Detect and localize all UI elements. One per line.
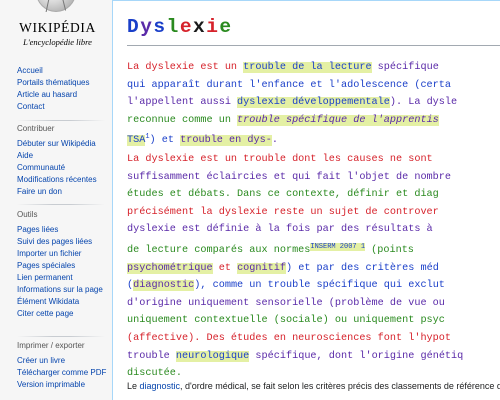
p1-text: La dyslexie est un [127, 62, 244, 73]
wikipedia-logo[interactable]: WIKIPÉDIA L'encyclopédie libre [10, 0, 105, 55]
nav-divider [17, 120, 105, 121]
p2-text: trouble [127, 350, 176, 362]
nav-article-hasard[interactable]: Article au hasard [17, 90, 112, 101]
nav-divider [17, 204, 105, 205]
link-cognitif[interactable]: cognitif [237, 262, 286, 274]
p1-text: ) et [149, 135, 181, 147]
link-diagnostic-plain[interactable]: diagnostic [140, 381, 181, 391]
body-paragraph: La dyslexie est un trouble dont les caus… [127, 151, 500, 383]
nav-accueil[interactable]: Accueil [17, 66, 112, 77]
link-neurologique[interactable]: neurologique [175, 350, 250, 362]
p2-text: uniquement contextuelle (sociale) ou uni… [127, 315, 445, 327]
intro-paragraph: La dyslexie est un trouble de la lecture… [127, 59, 500, 150]
nav-faire-un-don[interactable]: Faire un don [17, 187, 112, 198]
p2-text: (points [365, 244, 414, 256]
p1-text: l'appellent aussi [127, 97, 238, 109]
link-trouble-en-dys[interactable]: trouble en dys- [180, 135, 272, 147]
p2-text: La dyslexie est un trouble dont les caus… [127, 154, 433, 165]
link-psychometrique[interactable]: psychométrique [127, 262, 213, 274]
title-letter: l [166, 16, 180, 38]
p2-text: spécifique, dont l'origine génétiq [249, 350, 464, 362]
p1-text: ). La dysle [389, 97, 458, 109]
p2-text: ), comme un trouble spécifique qui exclu… [194, 280, 445, 292]
title-letter: y [140, 16, 154, 38]
p2-text: (affective). Des études en neurosciences… [127, 332, 452, 344]
nav-element-wikidata[interactable]: Élément Wikidata [17, 297, 112, 308]
p1-text: reconnue comme un [127, 114, 238, 126]
outils-section: Outils Pages liées Suivi des pages liées… [17, 210, 112, 321]
nav-portails[interactable]: Portails thématiques [17, 78, 112, 89]
p2-text: ) et par des critères méd [285, 262, 439, 274]
title-letter: i [206, 16, 220, 38]
p2-text: études et débats. Dans ce contexte, défi… [127, 189, 439, 201]
p2-text: suffisamment éclaircies et qui fait l'ob… [127, 171, 452, 183]
nav-citer-page[interactable]: Citer cette page [17, 309, 112, 320]
plain-paragraph: Le diagnostic, d'ordre médical, se fait … [127, 381, 500, 391]
nav-contact[interactable]: Contact [17, 102, 112, 113]
main-navigation: Accueil Portails thématiques Article au … [17, 66, 112, 114]
nav-lien-permanent[interactable]: Lien permanent [17, 273, 112, 284]
link-trouble-lecture[interactable]: trouble de la lecture [243, 62, 372, 73]
title-letter: D [127, 16, 141, 38]
nav-pages-liees[interactable]: Pages liées [17, 225, 112, 236]
p2-text: d'origine uniquement sensorielle (problè… [127, 297, 445, 309]
nav-modifications-recentes[interactable]: Modifications récentes [17, 175, 112, 186]
page-title: Dyslexie [127, 16, 233, 38]
contribuer-heading: Contribuer [17, 124, 55, 133]
article-content: Dyslexie La dyslexie est un trouble de l… [112, 0, 500, 400]
imprimer-section: Imprimer / exporter Créer un livre Téléc… [17, 341, 112, 392]
link-dyslexie-developpementale[interactable]: dyslexie développementale [237, 97, 390, 109]
nav-informations-page[interactable]: Informations sur la page [17, 285, 112, 296]
nav-creer-livre[interactable]: Créer un livre [17, 356, 112, 367]
reference-badge[interactable]: INSERM 2007 1 [310, 242, 366, 251]
logo-wordmark: WIKIPÉDIA [19, 20, 96, 35]
p3-text: , d'ordre médical, se fait selon les cri… [180, 381, 500, 391]
nav-suivi-pages-liees[interactable]: Suivi des pages liées [17, 237, 112, 248]
title-letter: e [219, 16, 233, 38]
sidebar: WIKIPÉDIA L'encyclopédie libre Accueil P… [0, 0, 112, 400]
link-tsa[interactable]: TSA [127, 135, 146, 147]
title-letter: x [193, 16, 207, 38]
logo-tagline: L'encyclopédie libre [23, 37, 92, 47]
p2-text: et [212, 262, 238, 274]
p1-text: . [271, 135, 278, 147]
p1-text: qui apparaît durant l'enfance et l'adole… [127, 79, 452, 91]
nav-pages-speciales[interactable]: Pages spéciales [17, 261, 112, 272]
puzzle-globe-icon [36, 0, 76, 12]
p3-text: Le [127, 381, 140, 391]
nav-divider [17, 336, 105, 337]
link-trouble-specifique-apprentissage[interactable]: trouble spécifique de l'apprentis [237, 114, 439, 126]
title-letter: e [179, 16, 194, 38]
nav-aide[interactable]: Aide [17, 151, 112, 162]
title-divider [127, 45, 500, 46]
p2-text: dyslexie est définie à la fois par des r… [127, 224, 433, 236]
imprimer-heading: Imprimer / exporter [17, 341, 85, 350]
link-diagnostic[interactable]: diagnostic [133, 280, 195, 292]
nav-version-imprimable[interactable]: Version imprimable [17, 380, 112, 391]
contribuer-section: Contribuer Débuter sur Wikipédia Aide Co… [17, 124, 112, 199]
link-specifique[interactable]: spécifique [372, 62, 439, 73]
p2-text: discutée. [127, 368, 183, 380]
nav-importer-fichier[interactable]: Importer un fichier [17, 249, 112, 260]
p2-text: précisément la dyslexie reste un sujet d… [127, 206, 439, 218]
outils-heading: Outils [17, 210, 38, 219]
nav-telecharger-pdf[interactable]: Télécharger comme PDF [17, 368, 112, 379]
nav-debuter[interactable]: Débuter sur Wikipédia [17, 139, 112, 150]
title-letter: s [153, 16, 167, 38]
p2-text: de lecture comparés aux normes [127, 244, 311, 256]
nav-communaute[interactable]: Communauté [17, 163, 112, 174]
